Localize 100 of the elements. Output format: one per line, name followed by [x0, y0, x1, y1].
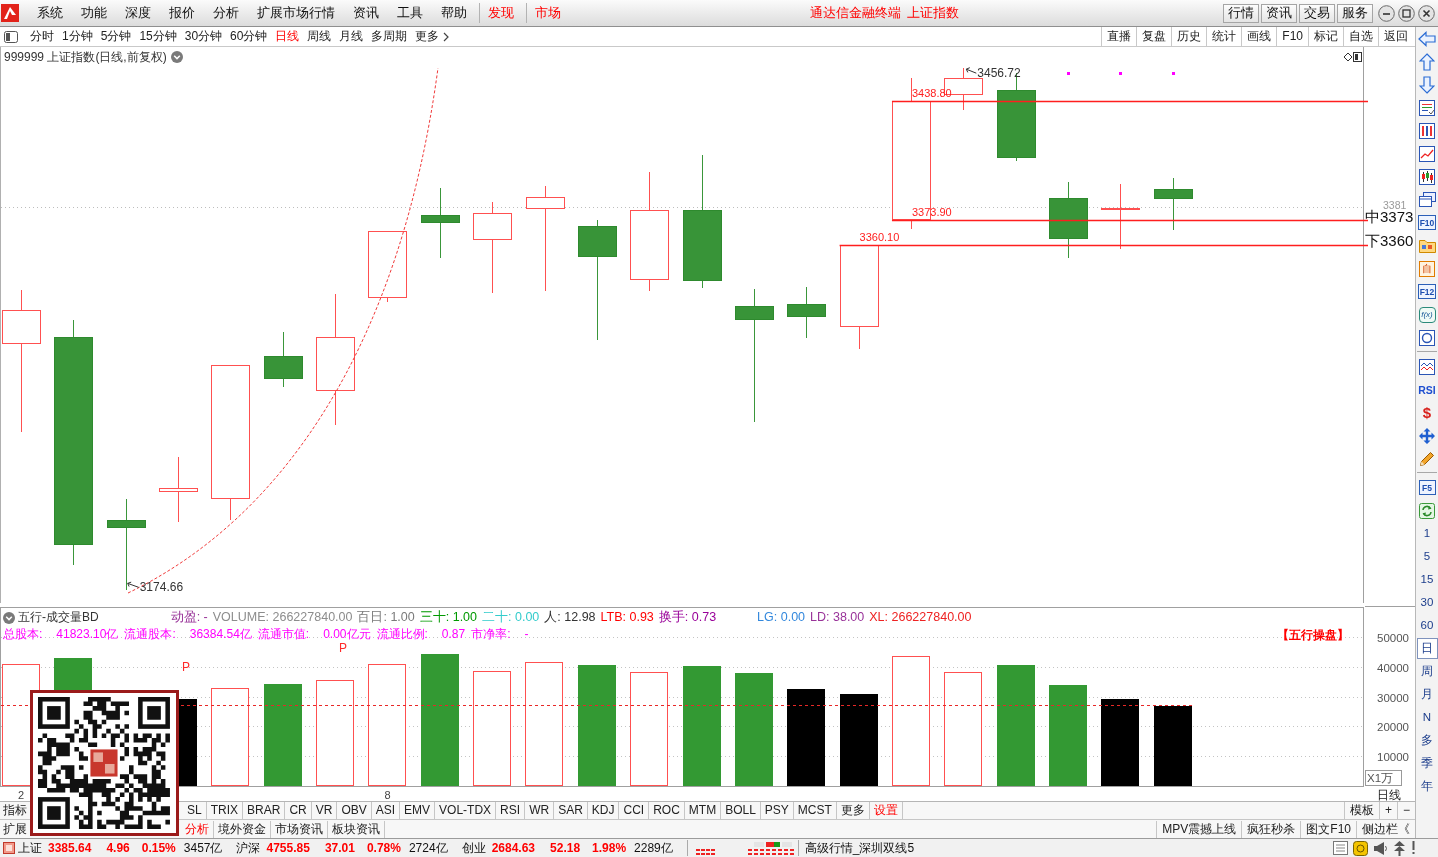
period-button[interactable]: 15 [1416, 569, 1438, 590]
coin-icon[interactable] [1353, 840, 1368, 856]
stat-value: - [524, 627, 529, 642]
indicator-button[interactable]: RSI [1418, 383, 1436, 396]
period-tab[interactable]: 60分钟 [226, 27, 272, 46]
menu-item[interactable]: 功能 [72, 0, 116, 26]
toolbar-button[interactable]: 画线 [1241, 27, 1277, 46]
header-button[interactable]: 资讯 [1261, 3, 1297, 23]
period-tab[interactable]: 分时 [26, 27, 58, 46]
back-arrow-icon[interactable] [1418, 30, 1436, 47]
period-tab[interactable]: 多周期 [367, 27, 412, 46]
folder-icon[interactable] [1418, 238, 1436, 253]
indicator-readout: LTB: 0.93 [600, 610, 654, 625]
toolbar-button[interactable]: 直播 [1101, 27, 1137, 46]
axis-label: 2 [17, 788, 25, 801]
report-icon[interactable] [1419, 99, 1435, 116]
line-chart-icon[interactable] [1419, 145, 1435, 162]
index-change: 52.18 [550, 840, 581, 857]
toolbar-button[interactable]: 历史 [1171, 27, 1207, 46]
refresh-icon[interactable] [1419, 502, 1435, 519]
link-button[interactable]: MPV震撼上线 [1156, 820, 1242, 838]
panel-tab[interactable]: 板块资讯 [328, 820, 385, 838]
stat-label: 流通市值: [257, 627, 310, 642]
indicator-title: 五行-成交量BD [18, 610, 99, 625]
candlestick-icon[interactable] [1419, 168, 1435, 185]
header-button[interactable]: 行情 [1223, 3, 1259, 23]
pencil-icon[interactable] [1419, 450, 1435, 467]
menu-item[interactable]: 扩展市场行情 [248, 0, 344, 26]
period-button[interactable]: 周 [1416, 661, 1438, 682]
period-tab[interactable]: 5分钟 [96, 27, 136, 46]
minimize-icon[interactable] [1378, 4, 1395, 22]
stack-arrows-icon[interactable] [1393, 840, 1406, 856]
header-button[interactable]: 交易 [1299, 3, 1335, 23]
alert-icon[interactable] [1411, 841, 1416, 855]
dropdown-icon[interactable] [3, 611, 15, 624]
panel-tab[interactable]: 境外资金 [214, 820, 271, 838]
period-tab[interactable]: 周线 [303, 27, 336, 46]
period-button[interactable]: 日 [1416, 638, 1438, 659]
panel-toggle-icon[interactable] [4, 30, 18, 43]
link-button[interactable]: 图文F10 [1300, 820, 1356, 838]
menu-item[interactable]: 工具 [388, 0, 432, 26]
logo-icon[interactable] [1, 3, 19, 23]
period-button[interactable]: 月 [1416, 684, 1438, 705]
formula-button[interactable]: f(x) [1418, 306, 1436, 323]
period-button[interactable]: N [1416, 707, 1438, 728]
megaphone-icon[interactable] [1373, 840, 1388, 856]
windows-icon[interactable] [1418, 192, 1436, 207]
panel-tab[interactable]: 分析 [181, 820, 214, 838]
toolbar-button[interactable]: 返回 [1378, 27, 1413, 46]
link-button[interactable]: 疯狂秒杀 [1241, 820, 1301, 838]
period-button[interactable]: 季 [1416, 753, 1438, 774]
tab-label[interactable]: 指标 [0, 802, 31, 819]
signal-label: P [182, 659, 191, 674]
shortcut-button[interactable]: F5 [1418, 480, 1436, 495]
shortcut-button[interactable]: 自 [1419, 260, 1435, 277]
period-button[interactable]: 30 [1416, 592, 1438, 613]
indicator-readout: 动盈: - [170, 610, 208, 625]
menu-item[interactable]: 帮助 [432, 0, 476, 26]
period-tab[interactable]: 15分钟 [135, 27, 181, 46]
period-button[interactable]: 5 [1416, 546, 1438, 567]
axis-label: 3381 [1383, 198, 1407, 211]
shortcut-button[interactable]: F12 [1417, 284, 1437, 299]
wave-chart-icon[interactable] [1419, 358, 1435, 375]
menu-item[interactable]: 资讯 [344, 0, 388, 26]
toolbar-button[interactable]: 标记 [1308, 27, 1343, 46]
menu-item[interactable]: 分析 [204, 0, 248, 26]
toolbar-button[interactable]: F10 [1276, 27, 1308, 46]
up-arrow-icon[interactable] [1419, 52, 1435, 71]
down-arrow-icon[interactable] [1419, 75, 1435, 94]
currency-button[interactable]: $ [1422, 405, 1432, 420]
unit-label: X1万 [1365, 770, 1402, 786]
toolbar-button[interactable]: 自选 [1343, 27, 1378, 46]
circle-icon[interactable] [1419, 329, 1435, 346]
toolbar-button[interactable]: 复盘 [1136, 27, 1172, 46]
more-button[interactable]: 更多 [411, 27, 454, 46]
menu-item[interactable]: 深度 [116, 0, 160, 26]
period-tab[interactable]: 1分钟 [58, 27, 97, 46]
menu-item[interactable]: 报价 [160, 0, 204, 26]
grid-icon[interactable] [1419, 122, 1435, 139]
stat-label: 流通比例: [376, 627, 428, 642]
period-tab[interactable]: 月线 [335, 27, 368, 46]
index-price: 3385.64 [48, 840, 92, 857]
period-button[interactable]: 1 [1416, 523, 1438, 544]
list-icon[interactable] [1333, 841, 1348, 855]
header-button[interactable]: 服务 [1337, 3, 1373, 23]
period-tab[interactable]: 30分钟 [180, 27, 227, 46]
tab-label[interactable]: 扩展 [0, 820, 31, 838]
period-button[interactable]: 多 [1416, 730, 1438, 751]
move-icon[interactable] [1419, 427, 1435, 444]
indicator-readout: 人: 12.98 [544, 610, 596, 625]
close-icon[interactable] [1418, 4, 1435, 22]
toolbar-button[interactable]: 统计 [1206, 27, 1242, 46]
panel-tab[interactable]: 市场资讯 [271, 820, 328, 838]
period-button[interactable]: 年 [1416, 776, 1438, 797]
tile-icon[interactable] [3, 842, 15, 854]
menu-item[interactable]: 系统 [28, 0, 72, 26]
maximize-icon[interactable] [1398, 4, 1415, 22]
period-button[interactable]: 60 [1416, 615, 1438, 636]
shortcut-button[interactable]: F10 [1417, 215, 1437, 230]
period-tab[interactable]: 日线 [271, 27, 304, 46]
